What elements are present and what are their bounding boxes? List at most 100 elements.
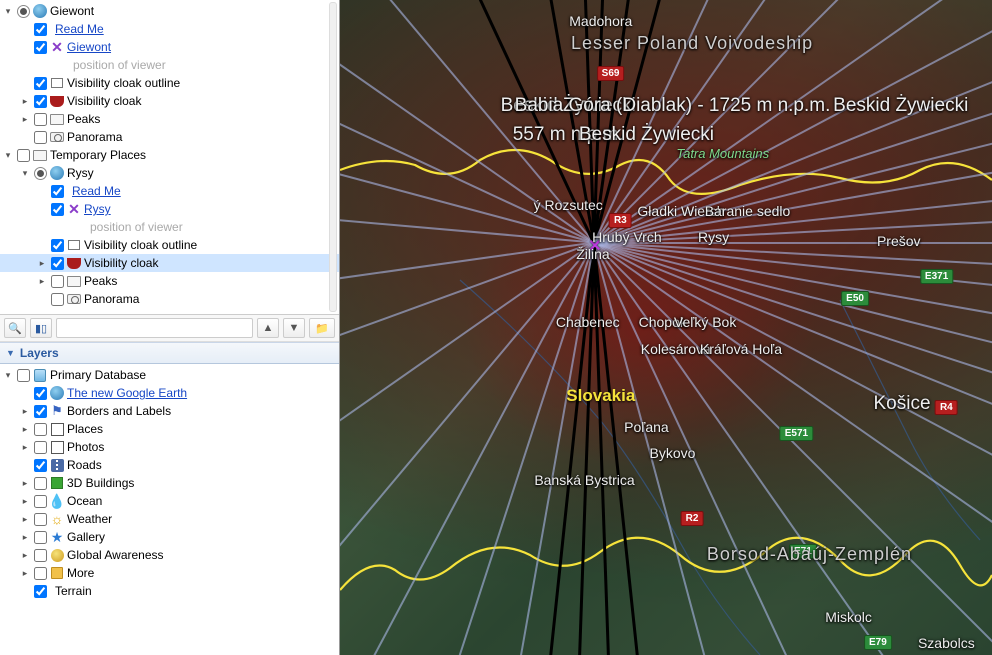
layers-row[interactable]: ▸★Gallery xyxy=(0,528,339,546)
places-row[interactable]: ✕Giewont xyxy=(0,38,339,56)
layers-row[interactable]: ▾Primary Database xyxy=(0,366,339,384)
viewpoint-marker-icon: ✕ xyxy=(588,236,600,248)
visibility-checkbox[interactable] xyxy=(34,459,47,472)
visibility-checkbox[interactable] xyxy=(34,567,47,580)
visibility-checkbox[interactable] xyxy=(34,387,47,400)
expander-icon[interactable]: ▾ xyxy=(2,149,14,161)
radio-bullet[interactable] xyxy=(34,167,47,180)
visibility-checkbox[interactable] xyxy=(34,441,47,454)
places-row[interactable]: ▸Visibility cloak xyxy=(0,92,339,110)
expander-icon xyxy=(19,77,31,89)
places-label: position of viewer xyxy=(73,58,166,72)
visibility-checkbox[interactable] xyxy=(34,495,47,508)
layers-row[interactable]: ▸Photos xyxy=(0,438,339,456)
green-icon xyxy=(50,476,64,490)
expander-icon[interactable]: ▸ xyxy=(19,549,31,561)
layers-header[interactable]: ▼ Layers xyxy=(0,342,339,364)
visibility-checkbox[interactable] xyxy=(51,203,64,216)
expander-icon[interactable]: ▸ xyxy=(19,95,31,107)
visibility-checkbox[interactable] xyxy=(51,275,64,288)
visibility-checkbox[interactable] xyxy=(17,149,30,162)
expander-icon[interactable]: ▸ xyxy=(19,567,31,579)
places-label: Panorama xyxy=(67,130,122,144)
layers-row[interactable]: Terrain xyxy=(0,582,339,600)
places-row[interactable]: Panorama xyxy=(0,128,339,146)
road-shield: S69 xyxy=(597,66,625,81)
panel-toggle-button[interactable]: ▮▯ xyxy=(30,318,52,338)
places-row[interactable]: ▸Peaks xyxy=(0,110,339,128)
visibility-checkbox[interactable] xyxy=(34,95,47,108)
visibility-checkbox[interactable] xyxy=(34,405,47,418)
places-label: Visibility cloak outline xyxy=(84,238,197,252)
layers-row[interactable]: ▸3D Buildings xyxy=(0,474,339,492)
visibility-checkbox[interactable] xyxy=(34,513,47,526)
expander-icon[interactable]: ▾ xyxy=(2,369,14,381)
expander-icon[interactable]: ▸ xyxy=(19,113,31,125)
visibility-checkbox[interactable] xyxy=(34,23,47,36)
expander-icon[interactable]: ▸ xyxy=(19,495,31,507)
visibility-checkbox[interactable] xyxy=(51,185,64,198)
expander-icon xyxy=(36,59,48,71)
places-row[interactable]: ▾Rysy xyxy=(0,164,339,182)
radio-bullet[interactable] xyxy=(17,5,30,18)
layers-row[interactable]: ▸⚑Borders and Labels xyxy=(0,402,339,420)
expander-icon[interactable]: ▸ xyxy=(36,257,48,269)
visibility-checkbox[interactable] xyxy=(51,239,64,252)
visibility-checkbox[interactable] xyxy=(34,531,47,544)
layers-panel: ▾Primary Database The new Google Earth ▸⚑B… xyxy=(0,364,339,655)
places-label: Giewont xyxy=(50,4,94,18)
expander-icon[interactable]: ▸ xyxy=(19,477,31,489)
layers-row[interactable]: ▸Global Awareness xyxy=(0,546,339,564)
expander-icon[interactable]: ▸ xyxy=(19,405,31,417)
expander-icon[interactable]: ▸ xyxy=(19,423,31,435)
places-row[interactable]: Panorama xyxy=(0,290,339,308)
layers-label: Roads xyxy=(67,458,102,472)
visibility-checkbox[interactable] xyxy=(34,477,47,490)
layers-row[interactable]: ▸💧Ocean xyxy=(0,492,339,510)
visibility-checkbox[interactable] xyxy=(34,423,47,436)
search-button[interactable]: 🔍 xyxy=(4,318,26,338)
places-row[interactable]: ▾ Giewont xyxy=(0,2,339,20)
places-row[interactable]: ▸Peaks xyxy=(0,272,339,290)
visibility-checkbox[interactable] xyxy=(51,257,64,270)
places-label[interactable]: Rysy xyxy=(84,202,111,216)
places-row[interactable]: ▸Visibility cloak xyxy=(0,254,339,272)
places-row[interactable]: Read Me xyxy=(0,20,339,38)
expander-icon[interactable]: ▸ xyxy=(19,441,31,453)
visibility-checkbox[interactable] xyxy=(34,131,47,144)
expander-icon[interactable]: ▾ xyxy=(2,5,14,17)
visibility-checkbox[interactable] xyxy=(34,41,47,54)
layers-row[interactable]: ▸More xyxy=(0,564,339,582)
add-folder-button[interactable]: 📁 xyxy=(309,318,335,338)
places-label[interactable]: Giewont xyxy=(67,40,111,54)
expander-icon[interactable]: ▸ xyxy=(19,513,31,525)
map-viewport[interactable]: ✕ MadohoraLesser Poland VoivodeshipS69Be… xyxy=(340,0,992,655)
down-button[interactable]: ▼ xyxy=(283,318,305,338)
layers-row[interactable]: The new Google Earth xyxy=(0,384,339,402)
visibility-checkbox[interactable] xyxy=(34,113,47,126)
search-input[interactable] xyxy=(56,318,253,338)
visibility-checkbox[interactable] xyxy=(34,585,47,598)
expander-icon xyxy=(19,41,31,53)
db-icon xyxy=(33,368,47,382)
visibility-checkbox[interactable] xyxy=(51,293,64,306)
places-row[interactable]: ✕Rysy xyxy=(0,200,339,218)
places-row[interactable]: Visibility cloak outline xyxy=(0,236,339,254)
visibility-checkbox[interactable] xyxy=(17,369,30,382)
expander-icon[interactable]: ▸ xyxy=(36,275,48,287)
places-row[interactable]: ▾Temporary Places xyxy=(0,146,339,164)
scrollbar[interactable] xyxy=(329,2,337,312)
layers-label[interactable]: The new Google Earth xyxy=(67,386,187,400)
visibility-checkbox[interactable] xyxy=(34,549,47,562)
up-button[interactable]: ▲ xyxy=(257,318,279,338)
layers-row[interactable]: Roads xyxy=(0,456,339,474)
places-row[interactable]: Read Me xyxy=(0,182,339,200)
visibility-checkbox[interactable] xyxy=(34,77,47,90)
expander-icon[interactable]: ▾ xyxy=(19,167,31,179)
layers-row[interactable]: ▸Places xyxy=(0,420,339,438)
places-row[interactable]: Visibility cloak outline xyxy=(0,74,339,92)
places-label[interactable]: Read Me xyxy=(55,22,104,36)
expander-icon[interactable]: ▸ xyxy=(19,531,31,543)
places-label[interactable]: Read Me xyxy=(72,184,121,198)
layers-row[interactable]: ▸☼Weather xyxy=(0,510,339,528)
